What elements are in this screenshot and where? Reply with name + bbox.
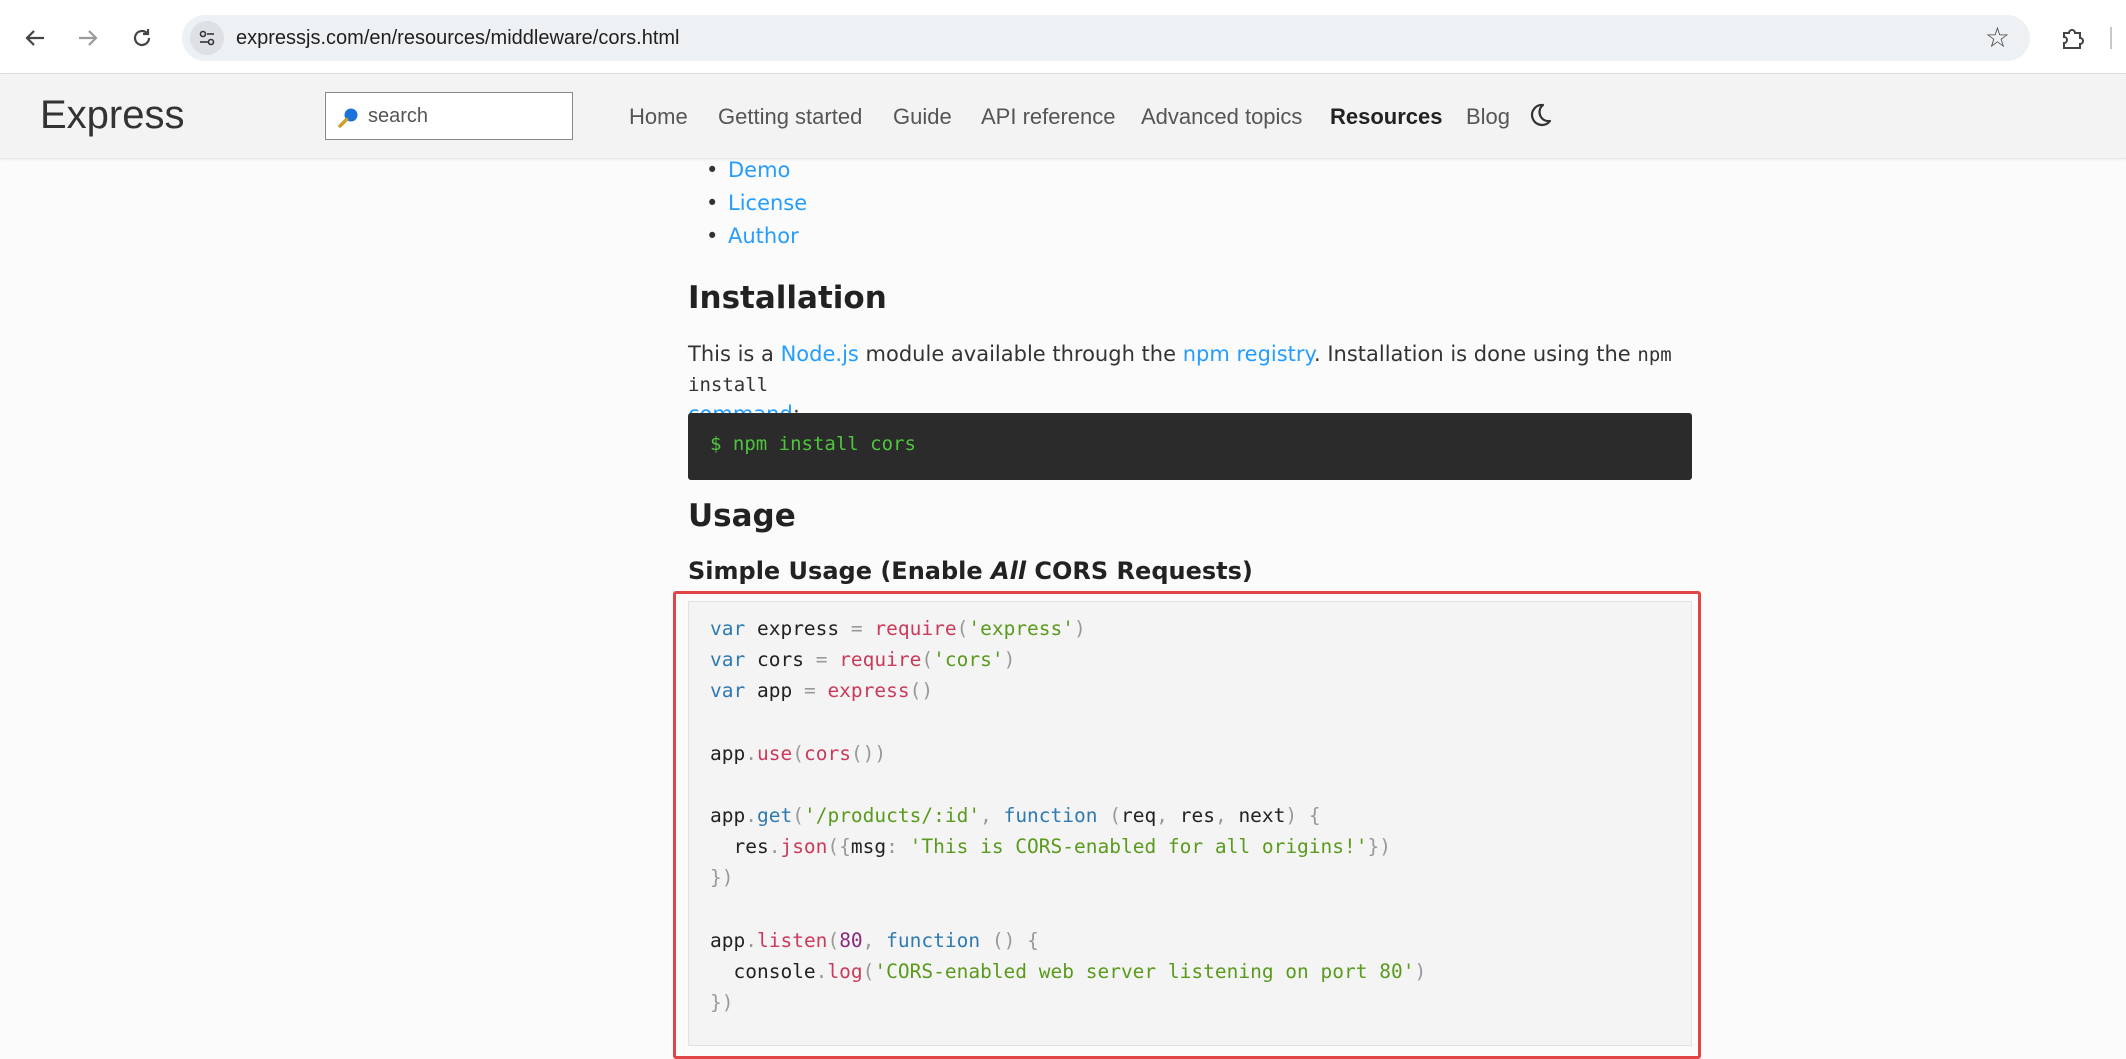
heading-emphasis: All: [991, 557, 1027, 585]
simple-usage-heading: Simple Usage (Enable All CORS Requests): [688, 557, 1253, 585]
arrow-right-icon: [79, 30, 98, 46]
heading-text: CORS Requests): [1026, 557, 1253, 585]
reload-icon: [133, 29, 151, 47]
nav-guide[interactable]: Guide: [893, 104, 952, 130]
nav-api-reference[interactable]: API reference: [981, 104, 1116, 130]
bookmark-star-icon[interactable]: ☆: [1985, 21, 2010, 55]
toc-item: • Author: [706, 224, 799, 248]
paragraph-text: module available through the: [858, 342, 1183, 366]
back-button[interactable]: [17, 20, 53, 56]
arrow-left-icon: [25, 30, 44, 46]
moon-icon: [1530, 103, 1552, 126]
site-logo[interactable]: Express: [40, 93, 185, 138]
browser-toolbar: expressjs.com/en/resources/middleware/co…: [0, 0, 2126, 74]
paragraph-text: This is a: [688, 342, 781, 366]
nav-getting-started[interactable]: Getting started: [718, 104, 862, 130]
nav-blog[interactable]: Blog: [1466, 104, 1510, 130]
toolbar-divider: [2110, 27, 2112, 49]
theme-toggle-button[interactable]: [1527, 102, 1553, 132]
heading-text: Simple Usage (Enable: [688, 557, 992, 585]
install-command: $ npm install cors: [710, 433, 916, 455]
terminal-block: $ npm install cors: [688, 413, 1692, 480]
reload-button[interactable]: [124, 20, 160, 56]
site-header: Express Home Getting started Guide API r…: [0, 74, 2126, 159]
extensions-button[interactable]: [2055, 21, 2089, 55]
search-box[interactable]: [325, 92, 573, 140]
bullet: •: [706, 191, 719, 215]
toc-link-license[interactable]: License: [728, 191, 807, 215]
paragraph-text: . Installation is done using the: [1313, 342, 1638, 366]
search-icon: [338, 108, 358, 128]
toc-link-demo[interactable]: Demo: [728, 158, 790, 182]
site-info-button[interactable]: [190, 21, 224, 55]
url-text[interactable]: expressjs.com/en/resources/middleware/co…: [236, 15, 680, 61]
forward-button[interactable]: [70, 20, 106, 56]
highlight-box: [673, 591, 1701, 1059]
bullet: •: [706, 224, 719, 248]
toc-item: • Demo: [706, 158, 790, 182]
puzzle-icon: [2063, 29, 2084, 49]
nav-advanced-topics[interactable]: Advanced topics: [1141, 104, 1302, 130]
tune-icon: [199, 30, 215, 46]
bullet: •: [706, 158, 719, 182]
nodejs-link[interactable]: Node.js: [781, 342, 859, 366]
usage-heading: Usage: [688, 498, 796, 534]
toc-item: • License: [706, 191, 807, 215]
nav-resources[interactable]: Resources: [1330, 104, 1443, 130]
installation-heading: Installation: [688, 280, 887, 316]
toc-link-author[interactable]: Author: [728, 224, 799, 248]
search-input[interactable]: [368, 101, 564, 131]
nav-home[interactable]: Home: [629, 104, 688, 130]
npm-registry-link[interactable]: npm registry: [1183, 342, 1314, 366]
address-bar[interactable]: expressjs.com/en/resources/middleware/co…: [182, 15, 2030, 61]
